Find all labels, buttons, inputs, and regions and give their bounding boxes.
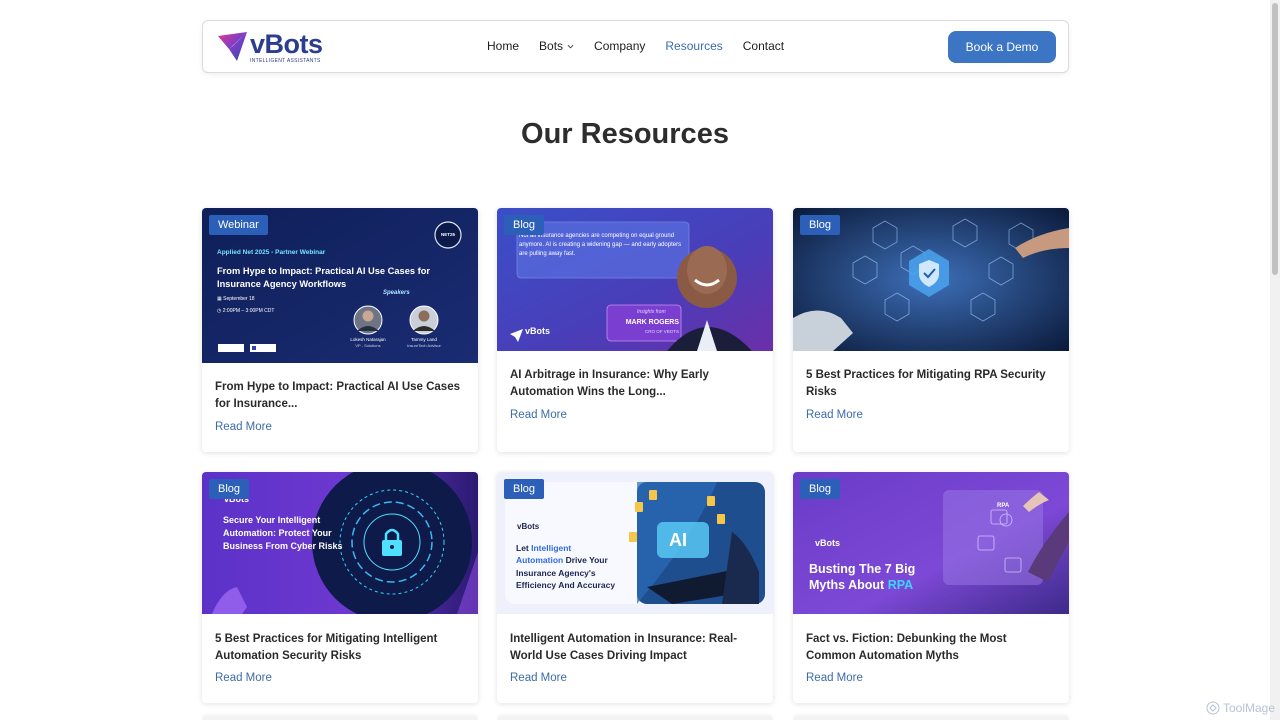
- vbots-logo[interactable]: vBots INTELLIGENT ASSISTANTS: [215, 30, 325, 64]
- card-title[interactable]: From Hype to Impact: Practical AI Use Ca…: [215, 379, 465, 412]
- read-more-link[interactable]: Read More: [215, 421, 272, 433]
- read-more-link[interactable]: Read More: [215, 672, 272, 684]
- nav-resources[interactable]: Resources: [665, 39, 722, 53]
- speaker1-role: VP - Solutions: [355, 343, 381, 348]
- card-badge: Blog: [504, 215, 545, 235]
- card-title[interactable]: Fact vs. Fiction: Debunking the Most Com…: [806, 631, 1056, 664]
- card-badge: Blog: [209, 479, 250, 499]
- resource-card-ia-insurance[interactable]: AI vBots Let Intelligent Automation Driv…: [497, 472, 773, 703]
- card-image: RPA vBots Busting The 7 Big Myths About …: [793, 472, 1069, 614]
- webinar-date: ▦ September 18: [217, 296, 255, 302]
- nav-resources-label: Resources: [665, 39, 723, 53]
- card-badge: Blog: [800, 479, 841, 499]
- card-image: AI vBots Let Intelligent Automation Driv…: [497, 472, 773, 614]
- main-nav: Home Bots Company Resources Contact: [487, 39, 804, 53]
- insights-from: Insights from: [637, 309, 666, 315]
- event-line: Applied Net 2025 - Partner Webinar: [217, 249, 326, 256]
- card-title[interactable]: AI Arbitrage in Insurance: Why Early Aut…: [510, 367, 760, 400]
- card-badge: Blog: [504, 479, 545, 499]
- page-title: Our Resources: [521, 118, 729, 150]
- page-scrollbar[interactable]: [1270, 0, 1280, 720]
- card-image: vBots Secure Your Intelligent Automation…: [202, 472, 478, 614]
- logo-tagline: INTELLIGENT ASSISTANTS: [250, 57, 321, 64]
- resource-card-ia-security[interactable]: vBots Secure Your Intelligent Automation…: [202, 472, 478, 703]
- nav-contact-label: Contact: [742, 39, 785, 53]
- card-image: NET25 Applied Net 2025 - Partner Webinar…: [202, 208, 478, 363]
- webinar-time-text: 2:00PM – 3:00PM CDT: [222, 308, 275, 314]
- vbots-logo-mark-icon: [218, 32, 247, 61]
- myths-line2a: Myths About: [809, 578, 885, 592]
- chevron-down-icon: [567, 44, 574, 48]
- card-title[interactable]: 5 Best Practices for Mitigating Intellig…: [215, 631, 465, 664]
- mark-rogers-role: CRO OF VBOTS: [644, 329, 679, 334]
- card-title[interactable]: Intelligent Automation in Insurance: Rea…: [510, 631, 760, 664]
- read-more-link[interactable]: Read More: [806, 672, 863, 684]
- speaker2-role: InsureTech Advisor: [407, 343, 441, 348]
- nav-bots-label: Bots: [539, 39, 564, 53]
- nav-company[interactable]: Company: [594, 39, 645, 53]
- rpa-label: RPA: [997, 503, 1010, 509]
- speakers-label: Speakers: [383, 290, 410, 296]
- myths-line2b: RPA: [887, 578, 914, 592]
- nav-home-label: Home: [487, 39, 520, 53]
- next-card-edge: [497, 716, 773, 720]
- ia-line2b: Drive Your: [565, 555, 608, 566]
- card-image: Not all insurance agencies are competing…: [497, 208, 773, 351]
- watermark-text: ToolMage: [1222, 701, 1275, 715]
- resource-card-rpa-security[interactable]: Blog 5 Best Practices for Mitigating RPA…: [793, 208, 1069, 452]
- ia-security-headline: Secure Your Intelligent Automation: Prot…: [223, 515, 343, 551]
- ia-line3: Insurance Agency's: [516, 567, 596, 578]
- myths-line1: Busting The 7 Big: [809, 562, 916, 576]
- webinar-headline: From Hype to Impact: Practical AI Use Ca…: [217, 266, 431, 289]
- myths-headline: Busting The 7 Big Myths About RPA: [809, 561, 939, 593]
- card-badge: Blog: [800, 215, 841, 235]
- ia-line1: Let: [516, 543, 529, 553]
- book-demo-button[interactable]: Book a Demo: [948, 31, 1056, 63]
- logo-word: vBots: [250, 28, 323, 59]
- read-more-link[interactable]: Read More: [510, 409, 567, 421]
- card-title[interactable]: 5 Best Practices for Mitigating RPA Secu…: [806, 367, 1056, 400]
- next-card-edge: [202, 716, 478, 720]
- site-header: vBots INTELLIGENT ASSISTANTS Home Bots C…: [202, 20, 1069, 73]
- scrollbar-thumb[interactable]: [1272, 3, 1278, 275]
- card-badge: Webinar: [209, 215, 268, 235]
- nav-contact[interactable]: Contact: [743, 39, 784, 53]
- net25-circle-text: NET25: [440, 232, 455, 237]
- ia-line4: Efficiency And Accuracy: [516, 579, 616, 590]
- resource-card-ai-arbitrage[interactable]: Not all insurance agencies are competing…: [497, 208, 773, 452]
- mark-rogers: MARK ROGERS: [625, 319, 679, 326]
- resource-card-automation-myths[interactable]: RPA vBots Busting The 7 Big Myths About …: [793, 472, 1069, 703]
- watermark: ToolMage: [1206, 701, 1275, 715]
- image-logo-word: vBots: [525, 326, 551, 336]
- ia-line1b: Intelligent: [531, 543, 572, 553]
- ia-line2a: Automation: [516, 555, 564, 566]
- ai-chip-text: AI: [669, 530, 687, 550]
- read-more-link[interactable]: Read More: [806, 409, 863, 421]
- speaker1-name: Lokesh Natarajan: [350, 337, 386, 342]
- speaker2-name: Tammy Land: [411, 337, 437, 342]
- watermark-logo-icon: [1206, 701, 1220, 715]
- card-image: Blog: [793, 208, 1069, 351]
- nav-bots[interactable]: Bots: [539, 39, 574, 53]
- webinar-date-text: September 18: [223, 296, 255, 302]
- arbitrage-quote: Not all insurance agencies are competing…: [519, 233, 682, 257]
- webinar-time: ◷ 2:00PM – 3:00PM CDT: [217, 308, 275, 314]
- next-card-edge: [793, 716, 1069, 720]
- ia-insurance-headline: Let Intelligent Automation Drive Your In…: [516, 542, 641, 591]
- nav-company-label: Company: [594, 39, 646, 53]
- nav-home[interactable]: Home: [487, 39, 519, 53]
- resource-card-webinar[interactable]: NET25 Applied Net 2025 - Partner Webinar…: [202, 208, 478, 452]
- read-more-link[interactable]: Read More: [510, 672, 567, 684]
- image-logo-word: vBots: [815, 538, 841, 548]
- image-logo-word: vBots: [517, 522, 540, 531]
